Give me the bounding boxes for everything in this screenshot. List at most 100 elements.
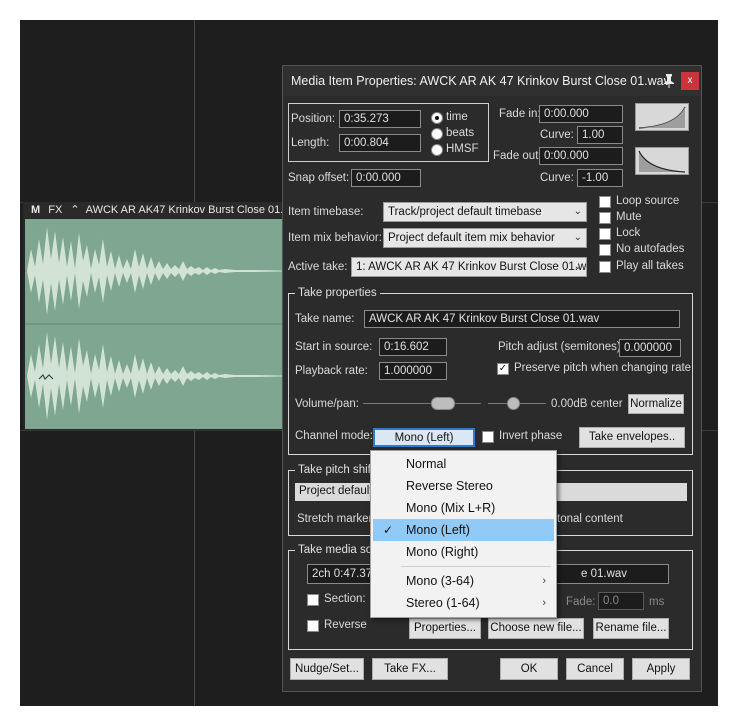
take-name-label: Take name: — [295, 313, 355, 325]
invert-phase-label: Invert phase — [499, 430, 563, 442]
fade-out-shape-button[interactable] — [635, 147, 689, 175]
ok-button[interactable]: OK — [500, 658, 558, 680]
beats-radio[interactable] — [431, 128, 443, 140]
item-mute-label[interactable]: M — [31, 202, 40, 218]
menu-item-label: Stereo (1-64) — [406, 596, 480, 610]
chevron-down-icon: ⌄ — [573, 232, 582, 243]
loop-source-checkbox[interactable] — [599, 196, 611, 208]
play-all-takes-label: Play all takes — [616, 260, 684, 272]
cancel-button[interactable]: Cancel — [566, 658, 624, 680]
preserve-pitch-checkbox[interactable]: ✓ — [497, 363, 509, 375]
playback-rate-label: Playback rate: — [295, 365, 368, 377]
lock-checkbox[interactable] — [599, 228, 611, 240]
pan-slider-knob[interactable] — [507, 397, 520, 410]
fade-in-shape-button[interactable] — [635, 103, 689, 131]
length-field[interactable]: 0:00.804 — [339, 134, 421, 152]
active-take-select[interactable]: 1: AWCK AR AK 47 Krinkov Burst Close 01.… — [351, 257, 587, 277]
position-field[interactable]: 0:35.273 — [339, 110, 421, 128]
choose-new-file-button[interactable]: Choose new file... — [488, 618, 584, 639]
item-name: AWCK AR AK47 Krinkov Burst Close 01.wav — [85, 204, 303, 216]
fade-in-curve-field[interactable]: 1.00 — [577, 126, 623, 144]
invert-phase-checkbox[interactable] — [482, 431, 494, 443]
channel-mode-menu: Normal Reverse Stereo Mono (Mix L+R) ✓ Mo… — [370, 450, 557, 618]
reverse-checkbox[interactable] — [307, 620, 319, 632]
fade-out-curve-label: Curve: — [540, 172, 574, 184]
take-name-field[interactable]: AWCK AR AK 47 Krinkov Burst Close 01.wav — [364, 310, 680, 328]
play-all-takes-checkbox[interactable] — [599, 261, 611, 273]
time-radio[interactable] — [431, 112, 443, 124]
item-timebase-value: Track/project default timebase — [388, 206, 542, 218]
chevron-down-icon: ⌄ — [573, 206, 582, 217]
menu-item-label: Mono (Right) — [406, 545, 479, 559]
check-icon: ✓ — [383, 523, 394, 537]
close-button[interactable]: x — [681, 72, 699, 90]
take-fx-button[interactable]: Take FX... — [372, 658, 448, 680]
rename-file-button[interactable]: Rename file... — [593, 618, 669, 639]
volume-slider-knob[interactable] — [431, 397, 455, 410]
dialog-titlebar[interactable]: Media Item Properties: AWCK AR AK 47 Kri… — [283, 66, 701, 96]
item-mix-select[interactable]: Project default item mix behavior ⌄ — [383, 228, 587, 248]
fade-in-label: Fade in: — [499, 108, 541, 120]
start-in-source-field[interactable]: 0:16.602 — [379, 338, 447, 356]
no-autofades-label: No autofades — [616, 243, 685, 255]
playback-rate-field[interactable]: 1.000000 — [379, 362, 447, 380]
fade-in-curve-label: Curve: — [540, 129, 574, 141]
mute-label: Mute — [616, 211, 642, 223]
time-radio-label: time — [446, 111, 468, 123]
take-media-source-title: Take media sou — [295, 544, 382, 556]
fade-out-field[interactable]: 0:00.000 — [539, 147, 623, 165]
properties-button[interactable]: Properties... — [409, 618, 481, 639]
volume-slider-track[interactable] — [363, 403, 481, 404]
nudge-set-button[interactable]: Nudge/Set... — [290, 658, 364, 680]
menu-item-label: Mono (Mix L+R) — [406, 501, 496, 515]
channel-mode-label: Channel mode: — [295, 430, 373, 442]
stretch-marker-label: Stretch marker — [297, 513, 373, 525]
section-label: Section: — [324, 593, 366, 605]
volume-pan-label: Volume/pan: — [295, 398, 359, 410]
item-timebase-label: Item timebase: — [288, 206, 364, 218]
fade-ms-field[interactable]: 0.0 — [598, 592, 644, 610]
waveform-graphic — [25, 227, 303, 420]
envelope-icon[interactable]: ⌃ — [70, 202, 79, 218]
channel-mode-select[interactable]: Mono (Left) — [373, 428, 475, 447]
ms-label: ms — [649, 596, 665, 608]
item-mix-label: Item mix behavior: — [288, 232, 382, 244]
fade-in-field[interactable]: 0:00.000 — [539, 105, 623, 123]
menu-item-label: Mono (3-64) — [406, 574, 475, 588]
item-mix-value: Project default item mix behavior — [388, 232, 555, 244]
media-item[interactable]: M FX ⌃ AWCK AR AK47 Krinkov Burst Close … — [23, 202, 303, 430]
menu-item-mono-mix[interactable]: Mono (Mix L+R) — [373, 497, 554, 519]
menu-item-mono-right[interactable]: Mono (Right) — [373, 541, 554, 563]
fade-out-curve-field[interactable]: -1.00 — [577, 169, 623, 187]
fade-label: Fade: — [566, 596, 596, 608]
menu-item-label: Mono (Left) — [406, 523, 470, 537]
hmsf-radio-label: HMSF — [446, 143, 479, 155]
reverse-label: Reverse — [324, 619, 367, 631]
menu-item-mono-3-64[interactable]: Mono (3-64) › — [373, 570, 554, 592]
menu-item-reverse-stereo[interactable]: Reverse Stereo — [373, 475, 554, 497]
pitch-adjust-field[interactable]: 0.000000 — [619, 339, 681, 357]
pin-icon[interactable] — [662, 73, 676, 89]
tonal-content-label: r tonal content — [550, 513, 623, 525]
menu-item-normal[interactable]: Normal — [373, 453, 554, 475]
menu-item-stereo-1-64[interactable]: Stereo (1-64) › — [373, 592, 554, 614]
item-timebase-select[interactable]: Track/project default timebase ⌄ — [383, 202, 587, 222]
no-autofades-checkbox[interactable] — [599, 244, 611, 256]
snap-offset-field[interactable]: 0:00.000 — [351, 169, 421, 187]
take-envelopes-button[interactable]: Take envelopes.. — [579, 427, 685, 448]
item-fx-label[interactable]: FX — [48, 202, 62, 218]
menu-item-mono-left[interactable]: ✓ Mono (Left) — [373, 519, 554, 541]
take-properties-title: Take properties — [295, 287, 380, 299]
length-label: Length: — [291, 137, 330, 149]
section-checkbox[interactable] — [307, 594, 319, 606]
pitch-shift-mode-value: Project default — [299, 485, 373, 497]
submenu-arrow-icon: › — [542, 575, 546, 587]
mute-checkbox[interactable] — [599, 212, 611, 224]
normalize-button[interactable]: Normalize — [628, 394, 684, 414]
apply-button[interactable]: Apply — [632, 658, 690, 680]
fade-out-label: Fade out: — [493, 150, 542, 162]
hmsf-radio[interactable] — [431, 144, 443, 156]
position-label: Position: — [291, 113, 336, 125]
menu-item-label: Reverse Stereo — [406, 479, 493, 493]
chevron-down-icon: ⌄ — [573, 261, 582, 272]
